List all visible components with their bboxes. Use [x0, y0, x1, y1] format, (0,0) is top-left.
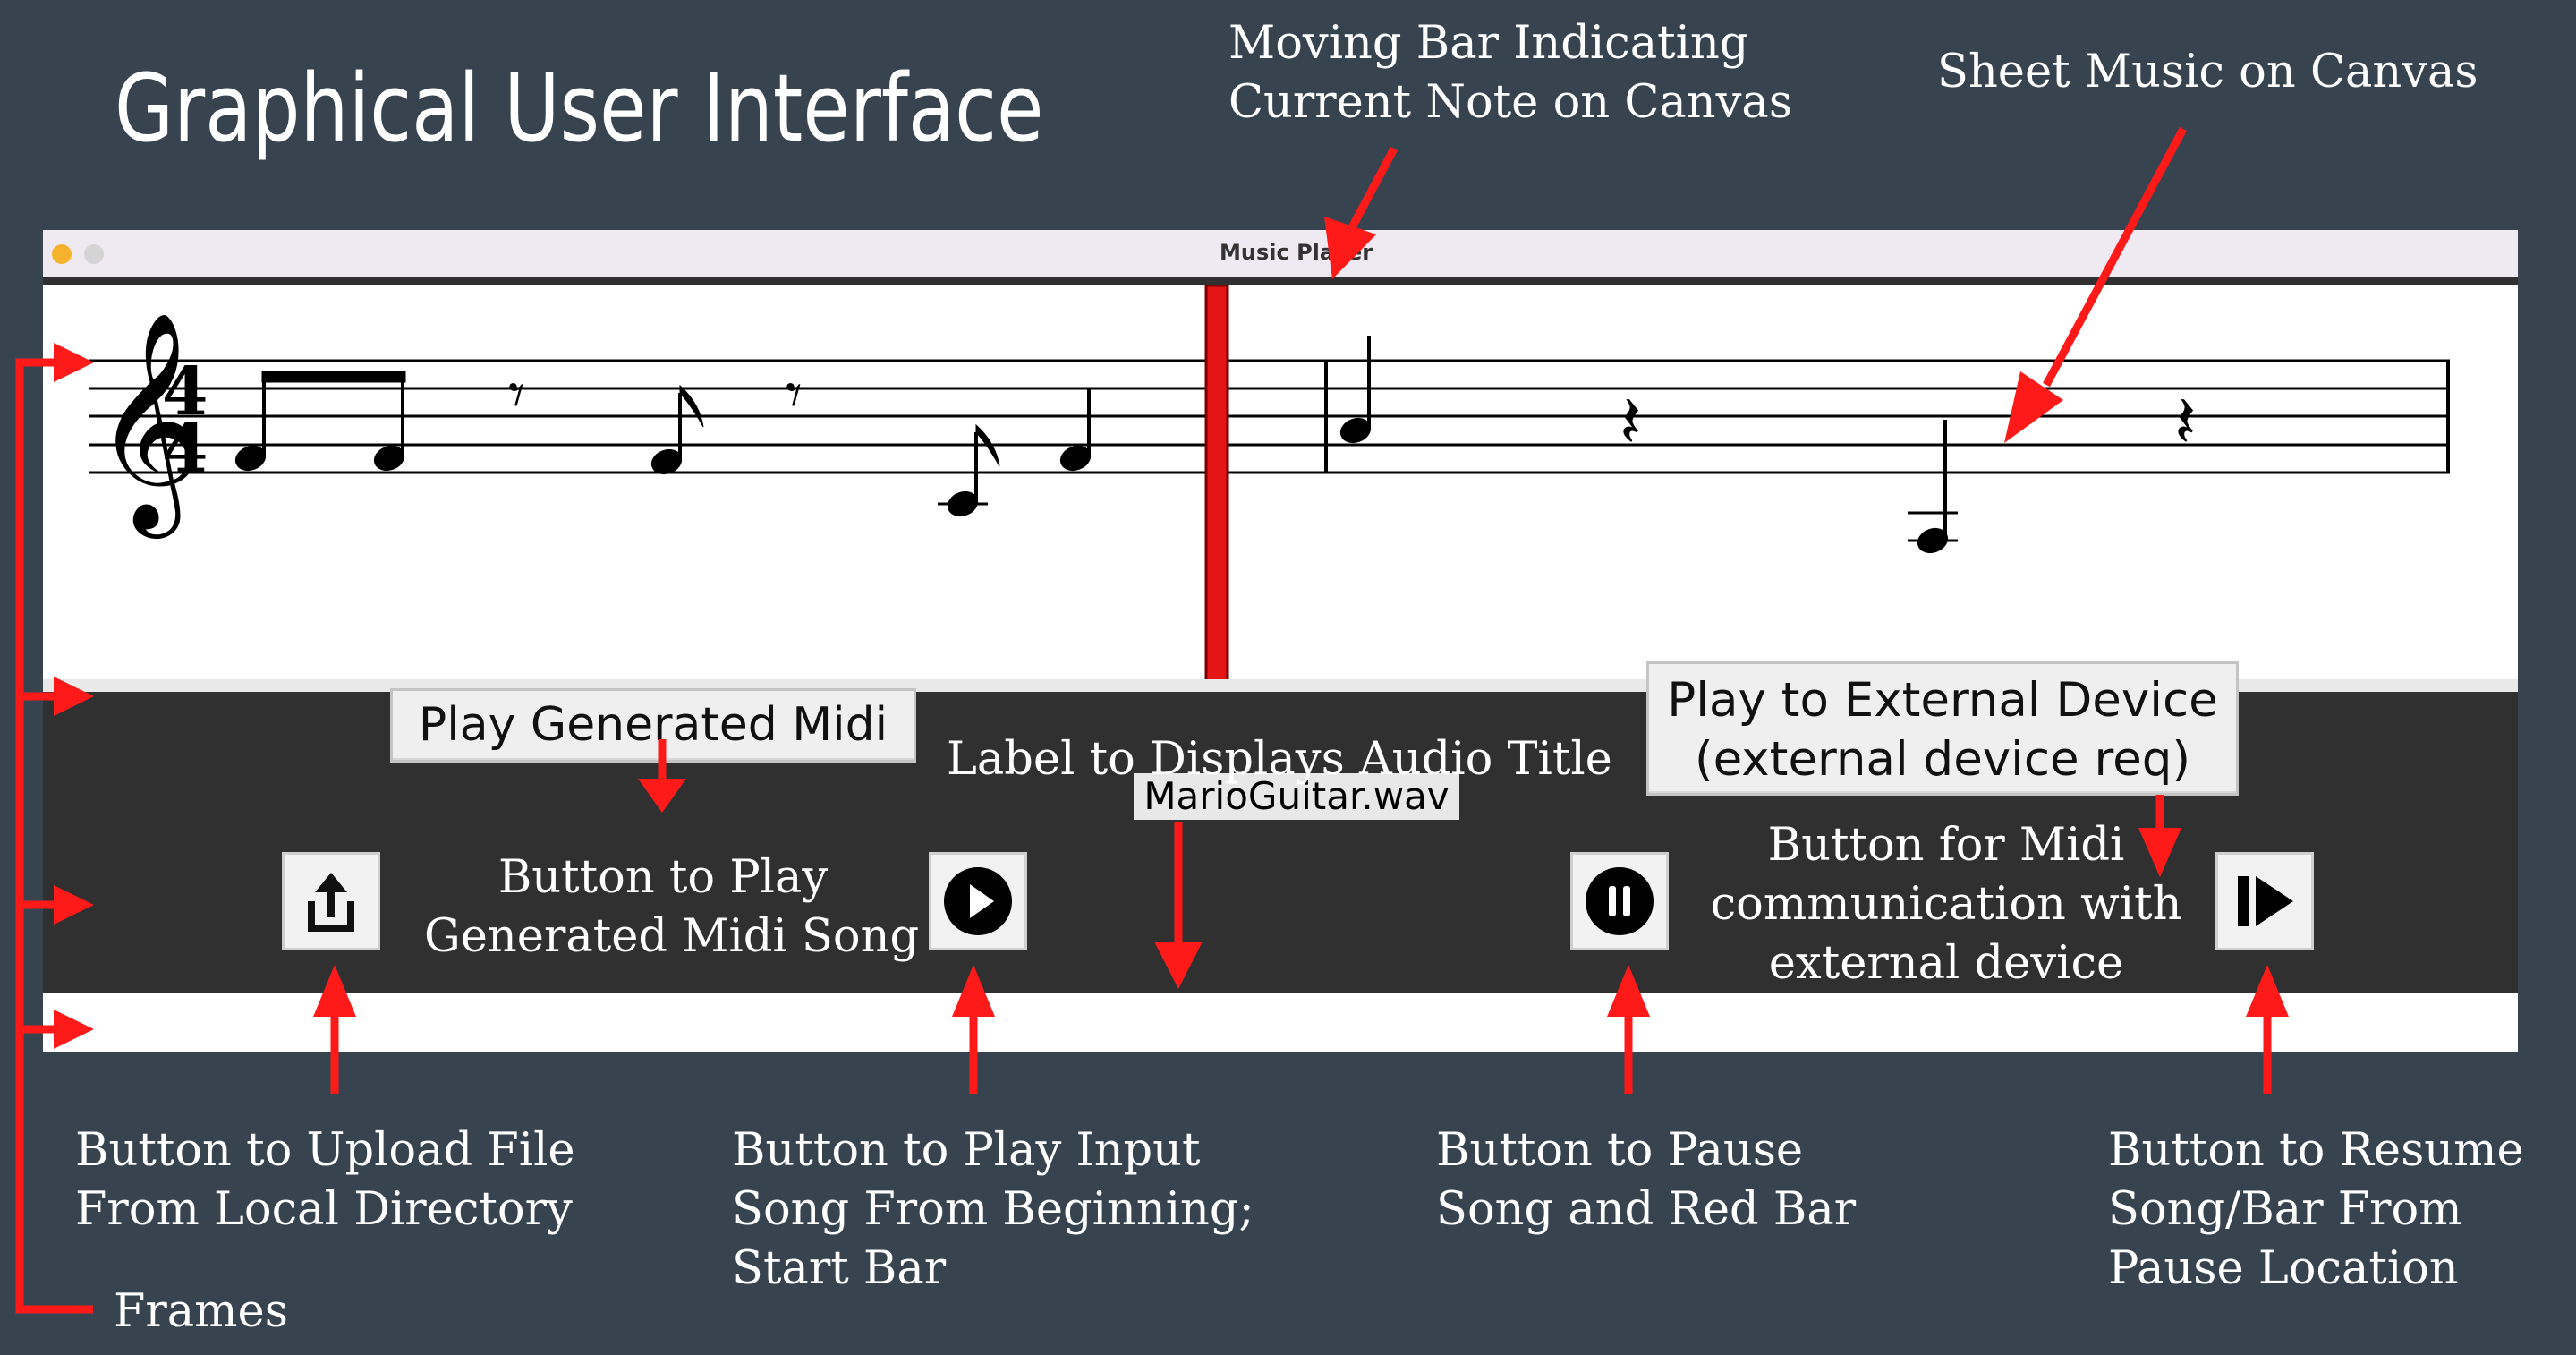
sheet-music-arrow: [2043, 126, 2187, 388]
resume-arrowhead: [2246, 965, 2289, 1017]
external-device-arrowhead: [2138, 828, 2181, 877]
annotation-arrows: [15, 126, 2289, 1314]
frame-arrowhead: [54, 1010, 94, 1049]
upload-arrowhead: [313, 965, 356, 1017]
frame-arrowhead: [54, 885, 94, 925]
sheet-music-arrowhead: [2004, 371, 2063, 443]
play-arrowhead: [952, 965, 995, 1017]
frame-arrowhead: [54, 343, 94, 382]
moving-bar-arrowhead: [1324, 217, 1376, 279]
moving-bar-arrow: [1347, 146, 1398, 234]
play-midi-arrowhead: [638, 779, 686, 813]
pause-arrowhead: [1607, 965, 1650, 1017]
frames-bracket: [15, 358, 93, 1314]
frame-arrowhead: [54, 677, 94, 716]
label-title-arrowhead: [1154, 942, 1203, 989]
